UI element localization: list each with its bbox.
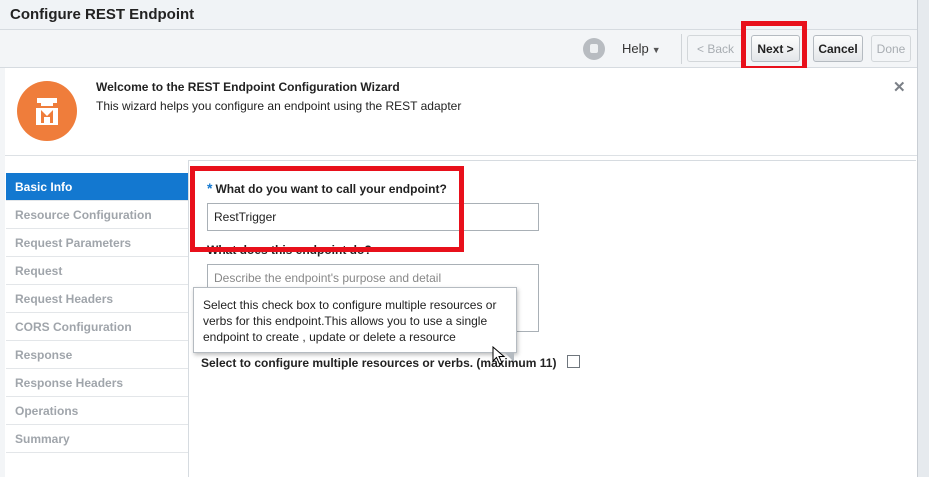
help-label: Help <box>622 41 649 56</box>
back-button[interactable]: < Back <box>687 35 744 62</box>
nav-item-request[interactable]: Request <box>6 257 188 285</box>
help-menu[interactable]: Help ▼ <box>622 41 661 56</box>
multiple-resources-checkbox[interactable] <box>567 355 580 368</box>
nav-item-resource-configuration[interactable]: Resource Configuration <box>6 201 188 229</box>
nav-item-cors-configuration[interactable]: CORS Configuration <box>6 313 188 341</box>
nav-item-operations[interactable]: Operations <box>6 397 188 425</box>
wizard-logo-icon <box>17 81 77 141</box>
close-icon[interactable]: ✕ <box>893 78 906 96</box>
nav-item-summary[interactable]: Summary <box>6 425 188 453</box>
welcome-subtitle: This wizard helps you configure an endpo… <box>96 99 462 113</box>
nav-item-basic-info[interactable]: Basic Info <box>6 173 188 201</box>
endpoint-name-highlight-box <box>190 166 464 252</box>
toolbar-divider <box>681 34 682 64</box>
chevron-down-icon: ▼ <box>651 45 661 55</box>
mouse-cursor-icon <box>492 346 506 365</box>
nav-item-request-parameters[interactable]: Request Parameters <box>6 229 188 257</box>
nav-item-request-headers[interactable]: Request Headers <box>6 285 188 313</box>
help-avatar-icon <box>583 38 605 60</box>
multiple-resources-tooltip: Select this check box to configure multi… <box>193 287 517 353</box>
window-title: Configure REST Endpoint <box>10 6 195 23</box>
window-edge <box>917 0 929 477</box>
done-button[interactable]: Done <box>871 35 911 62</box>
next-highlight-box <box>741 21 807 71</box>
welcome-title: Welcome to the REST Endpoint Configurati… <box>96 80 400 94</box>
nav-item-response[interactable]: Response <box>6 341 188 369</box>
cancel-button[interactable]: Cancel <box>813 35 863 62</box>
wizard-step-nav: Basic Info Resource Configuration Reques… <box>6 173 188 453</box>
nav-item-response-headers[interactable]: Response Headers <box>6 369 188 397</box>
welcome-banner: Welcome to the REST Endpoint Configurati… <box>5 68 917 156</box>
